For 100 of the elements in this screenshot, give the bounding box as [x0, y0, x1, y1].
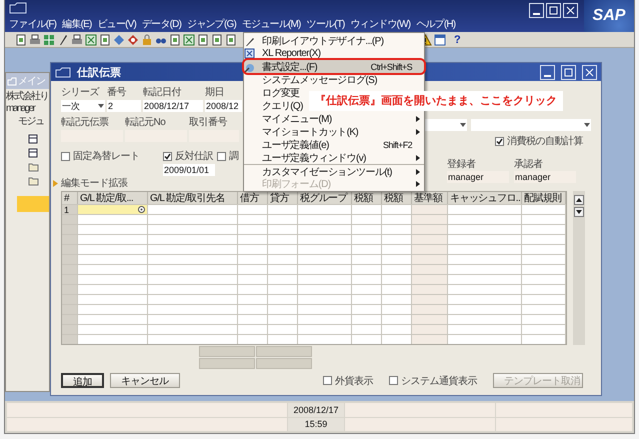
row-header[interactable] — [62, 304, 78, 314]
table-cell[interactable] — [448, 254, 522, 264]
scroll-down-button[interactable] — [574, 207, 584, 217]
checkbox[interactable] — [163, 152, 172, 160]
table-cell[interactable] — [238, 324, 268, 334]
table-cell[interactable] — [298, 314, 352, 324]
table-cell[interactable] — [238, 334, 268, 344]
table-cell[interactable] — [298, 204, 352, 214]
table-cell[interactable] — [148, 204, 238, 214]
column-header[interactable]: 税額 — [352, 192, 382, 204]
table-cell[interactable] — [268, 284, 298, 294]
table-cell[interactable] — [522, 234, 566, 244]
table-cell[interactable] — [78, 324, 148, 334]
menu-item[interactable]: 書式設定...(F) Ctrl+Shift+S — [244, 60, 424, 73]
minimize-button[interactable] — [529, 3, 544, 18]
menu-bar-item[interactable]: 編集(E) — [62, 17, 92, 31]
series-dropdown[interactable]: 一次 — [61, 100, 105, 112]
page-icon[interactable] — [99, 34, 111, 46]
menu-item[interactable]: カスタマイゼーションツール(t) — [244, 164, 424, 177]
table-cell[interactable] — [148, 324, 238, 334]
menu-item[interactable]: マイメニュー(M) — [244, 112, 424, 125]
selected-module-bar[interactable] — [17, 196, 49, 212]
table-cell[interactable] — [382, 324, 412, 334]
table-cell[interactable] — [522, 284, 566, 294]
lock-icon[interactable] — [141, 34, 153, 46]
date-field[interactable]: 2009/01/01 — [163, 164, 215, 176]
table-cell[interactable] — [298, 274, 352, 284]
table-cell[interactable] — [382, 214, 412, 224]
table-cell[interactable] — [448, 264, 522, 274]
table-cell[interactable] — [268, 254, 298, 264]
table-cell[interactable] — [412, 224, 448, 234]
row-header[interactable] — [62, 234, 78, 244]
row-header[interactable] — [62, 274, 78, 284]
scroll-up-button[interactable] — [574, 195, 584, 205]
table-cell[interactable] — [148, 224, 238, 234]
table-cell[interactable] — [298, 334, 352, 344]
menu-bar-item[interactable]: ヘルプ(H) — [416, 17, 456, 31]
table-cell[interactable] — [382, 294, 412, 304]
table-cell[interactable] — [352, 234, 382, 244]
table-cell[interactable] — [238, 274, 268, 284]
table-cell[interactable] — [238, 244, 268, 254]
table-cell[interactable] — [412, 324, 448, 334]
table-cell[interactable] — [268, 224, 298, 234]
table-cell[interactable] — [268, 324, 298, 334]
column-header[interactable]: 税グループ — [298, 192, 352, 204]
table-cell[interactable] — [352, 334, 382, 344]
table-cell[interactable] — [298, 214, 352, 224]
table-cell[interactable] — [522, 324, 566, 334]
table-cell[interactable] — [78, 234, 148, 244]
table-cell[interactable] — [382, 224, 412, 234]
table-cell[interactable] — [522, 254, 566, 264]
checkbox[interactable] — [323, 376, 332, 385]
table-cell[interactable] — [148, 314, 238, 324]
menu-bar-item[interactable]: モジュール(M) — [242, 17, 301, 31]
window-icon[interactable] — [434, 34, 446, 46]
table-cell[interactable] — [268, 244, 298, 254]
table-cell[interactable] — [382, 274, 412, 284]
table-cell[interactable] — [268, 234, 298, 244]
table-cell[interactable] — [78, 204, 148, 214]
table-cell[interactable] — [522, 304, 566, 314]
table-cell[interactable] — [382, 204, 412, 214]
table-cell[interactable] — [412, 244, 448, 254]
folder-icon[interactable] — [28, 176, 39, 186]
row-header[interactable] — [62, 284, 78, 294]
row-header[interactable] — [62, 214, 78, 224]
row-header[interactable] — [62, 324, 78, 334]
expand-arrow-icon[interactable] — [53, 180, 58, 186]
row-header[interactable] — [62, 244, 78, 254]
menu-bar-item[interactable]: ビュー(V) — [98, 17, 136, 31]
table-cell[interactable] — [78, 334, 148, 344]
table-cell[interactable] — [412, 204, 448, 214]
checkbox[interactable] — [61, 152, 70, 160]
table-cell[interactable] — [448, 334, 522, 344]
table-cell[interactable] — [268, 334, 298, 344]
table-cell[interactable] — [148, 214, 238, 224]
maximize-button[interactable] — [561, 64, 576, 80]
table-cell[interactable] — [412, 254, 448, 264]
list-icon[interactable] — [28, 148, 38, 158]
table-cell[interactable] — [238, 224, 268, 234]
row-header[interactable] — [62, 264, 78, 274]
table-cell[interactable] — [448, 234, 522, 244]
menu-item[interactable]: システムメッセージログ(S) — [244, 73, 424, 86]
table-cell[interactable] — [352, 314, 382, 324]
table-cell[interactable] — [522, 314, 566, 324]
table-cell[interactable] — [382, 314, 412, 324]
table-cell[interactable] — [148, 264, 238, 274]
table-cell[interactable] — [448, 214, 522, 224]
table-cell[interactable] — [352, 284, 382, 294]
table-cell[interactable] — [382, 234, 412, 244]
row-number[interactable]: 1 — [62, 204, 78, 214]
row-header[interactable] — [62, 254, 78, 264]
help-button[interactable]: ? — [454, 34, 461, 46]
table-cell[interactable] — [448, 284, 522, 294]
table-cell[interactable] — [382, 284, 412, 294]
table-cell[interactable] — [448, 304, 522, 314]
table-cell[interactable] — [298, 304, 352, 314]
page-icon[interactable] — [15, 34, 27, 46]
table-cell[interactable] — [298, 234, 352, 244]
page-icon[interactable] — [197, 34, 209, 46]
menu-bar-item[interactable]: ジャンプ(G) — [187, 17, 236, 31]
